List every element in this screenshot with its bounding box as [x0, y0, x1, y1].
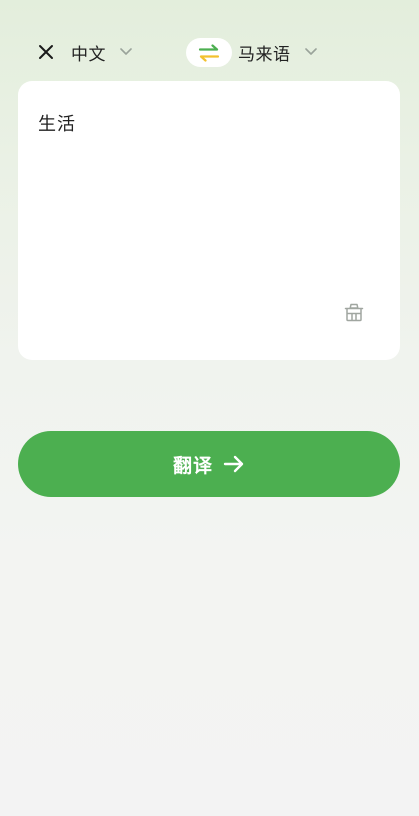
target-language-selector[interactable]: 马来语	[238, 38, 317, 66]
clear-input-button[interactable]	[342, 300, 366, 324]
close-icon	[39, 45, 53, 59]
swap-arrows-icon	[198, 43, 220, 62]
clear-basket-icon	[344, 303, 364, 322]
source-language-selector[interactable]: 中文	[71, 38, 132, 66]
close-button[interactable]	[33, 39, 59, 65]
swap-languages-button[interactable]	[186, 38, 232, 67]
translate-button[interactable]: 翻译	[18, 431, 400, 497]
chevron-down-icon	[120, 48, 132, 56]
arrow-right-icon	[223, 455, 245, 473]
source-language-label: 中文	[71, 44, 106, 65]
translate-button-label: 翻译	[172, 454, 213, 477]
input-text[interactable]: 生活	[38, 110, 76, 136]
target-language-label: 马来语	[238, 44, 291, 65]
input-card[interactable]: 生活	[18, 81, 400, 360]
chevron-down-icon	[304, 48, 317, 56]
